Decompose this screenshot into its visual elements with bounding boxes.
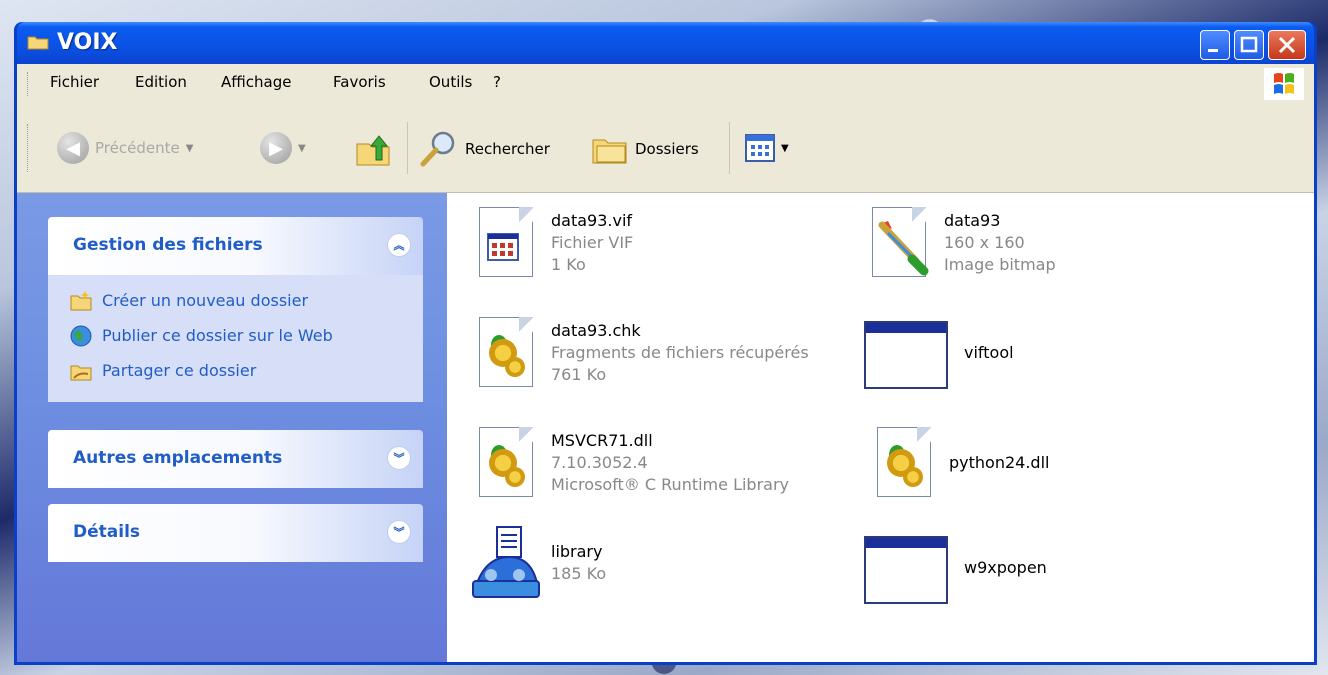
toolbar: ◀ Précédente ▼ ▶ ▼ Rechercher Dossiers ▼: [17, 104, 1314, 193]
forward-dropdown-icon[interactable]: ▼: [298, 143, 306, 154]
file-type: Image bitmap: [944, 255, 1056, 274]
close-button[interactable]: [1268, 30, 1306, 60]
file-size: 1 Ko: [551, 255, 586, 274]
expand-chevron-icon[interactable]: ︾: [387, 446, 411, 470]
task-new-folder[interactable]: Créer un nouveau dossier: [70, 283, 423, 318]
file-size: 185 Ko: [551, 564, 607, 583]
file-name: MSVCR71.dll: [551, 431, 653, 450]
collapse-chevron-icon[interactable]: ︽: [387, 233, 411, 257]
file-tasks-header[interactable]: Gestion des fichiers ︽: [48, 217, 423, 275]
views-icon: [745, 134, 775, 162]
window-title: VOIX: [57, 30, 118, 55]
share-folder-icon: [70, 365, 92, 380]
menu-fichier[interactable]: Fichier: [50, 73, 99, 91]
folders-icon: [592, 139, 627, 164]
file-version: 7.10.3052.4: [551, 453, 648, 472]
file-name: library: [551, 542, 603, 561]
maximize-button[interactable]: [1234, 30, 1264, 60]
file-type: Fichier VIF: [551, 233, 634, 252]
application-icon: [862, 313, 952, 393]
dll-file-icon: [469, 423, 539, 503]
other-places-header[interactable]: Autres emplacements ︾: [48, 430, 423, 488]
menubar-grip: [27, 72, 31, 96]
new-folder-icon: [70, 290, 92, 310]
task-share-folder[interactable]: Partager ce dossier: [70, 353, 423, 388]
details-header[interactable]: Détails ︾: [48, 504, 423, 562]
library-icon: [469, 523, 540, 603]
toolbar-grip: [27, 124, 31, 172]
dll-file-icon: [469, 313, 539, 393]
forward-arrow-icon: ▶: [260, 132, 292, 164]
file-name: data93: [944, 211, 1001, 230]
file-item-viftool[interactable]: viftool: [862, 313, 1014, 393]
other-places-panel: Autres emplacements ︾: [48, 430, 423, 488]
task-label: Publier ce dossier sur le Web: [102, 326, 333, 345]
toolbar-separator: [729, 122, 730, 174]
dll-file-icon: [867, 423, 937, 503]
back-arrow-icon: ◀: [57, 132, 89, 164]
menu-affichage[interactable]: Affichage: [221, 73, 291, 91]
back-label: Précédente: [95, 139, 180, 157]
toolbar-separator: [407, 122, 408, 174]
menu-help[interactable]: ?: [493, 73, 501, 91]
file-description: Microsoft® C Runtime Library: [551, 475, 790, 494]
file-size: 761 Ko: [551, 365, 607, 384]
file-list: data93.vif Fichier VIF 1 Ko data93 160 x…: [447, 193, 1314, 662]
task-label: Partager ce dossier: [102, 361, 257, 380]
file-tasks-title: Gestion des fichiers: [73, 235, 263, 255]
task-pane: Gestion des fichiers ︽ Créer un nouveau …: [17, 193, 447, 662]
windows-logo-icon: [1264, 68, 1304, 100]
file-item-msvcr71-dll[interactable]: MSVCR71.dll 7.10.3052.4 Microsoft® C Run…: [469, 423, 789, 503]
folders-button[interactable]: Dossiers: [591, 130, 699, 168]
globe-icon: [70, 325, 92, 346]
task-label: Créer un nouveau dossier: [102, 291, 309, 310]
file-name: w9xpopen: [964, 558, 1047, 577]
file-name: viftool: [964, 343, 1014, 362]
up-folder-icon: [356, 135, 390, 166]
folders-label: Dossiers: [635, 140, 699, 158]
menu-bar: Fichier Edition Affichage Favoris Outils…: [17, 64, 1314, 105]
file-item-data93-chk[interactable]: data93.chk Fragments de fichiers récupér…: [469, 313, 809, 393]
details-title: Détails: [73, 522, 141, 542]
task-publish-web[interactable]: Publier ce dossier sur le Web: [70, 318, 423, 353]
search-label: Rechercher: [465, 140, 550, 158]
file-item-python24-dll[interactable]: python24.dll: [867, 423, 1049, 503]
back-button[interactable]: ◀ Précédente ▼: [57, 132, 193, 164]
menu-favoris[interactable]: Favoris: [333, 73, 386, 91]
expand-chevron-icon[interactable]: ︾: [387, 520, 411, 544]
folder-icon: [27, 36, 49, 50]
forward-button[interactable]: ▶ ▼: [260, 132, 306, 164]
bitmap-icon: [862, 203, 932, 283]
title-bar[interactable]: VOIX: [17, 22, 1314, 64]
views-button[interactable]: ▼: [745, 134, 789, 162]
file-tasks-body: Créer un nouveau dossier Publier ce doss…: [48, 275, 423, 402]
minimize-icon: [1208, 49, 1218, 52]
file-type: Fragments de fichiers récupérés: [551, 343, 809, 362]
file-item-data93-vif[interactable]: data93.vif Fichier VIF 1 Ko: [469, 203, 633, 283]
file-name: python24.dll: [949, 453, 1050, 472]
vif-file-icon: [469, 203, 539, 283]
other-places-title: Autres emplacements: [73, 448, 283, 468]
application-icon: [862, 528, 952, 608]
file-name: data93.vif: [551, 211, 633, 230]
file-name: data93.chk: [551, 321, 641, 340]
file-item-w9xpopen[interactable]: w9xpopen: [862, 528, 1047, 608]
back-dropdown-icon[interactable]: ▼: [186, 143, 194, 154]
explorer-window: VOIX Fichier Edition Affichage Favoris O…: [14, 22, 1317, 665]
menu-edition[interactable]: Edition: [135, 73, 187, 91]
up-folder-button[interactable]: [354, 130, 392, 168]
file-item-data93-bmp[interactable]: data93 160 x 160 Image bitmap: [862, 203, 1056, 283]
close-icon: [1278, 36, 1296, 54]
views-dropdown-icon[interactable]: ▼: [781, 143, 789, 154]
search-button[interactable]: Rechercher: [417, 128, 550, 170]
menu-outils[interactable]: Outils: [429, 73, 472, 91]
image-dimensions: 160 x 160: [944, 233, 1025, 252]
file-item-library[interactable]: library 185 Ko: [469, 523, 606, 603]
maximize-icon: [1240, 36, 1258, 53]
file-tasks-panel: Gestion des fichiers ︽ Créer un nouveau …: [48, 217, 423, 402]
minimize-button[interactable]: [1200, 30, 1230, 60]
search-icon: [420, 131, 455, 167]
details-panel: Détails ︾: [48, 504, 423, 562]
